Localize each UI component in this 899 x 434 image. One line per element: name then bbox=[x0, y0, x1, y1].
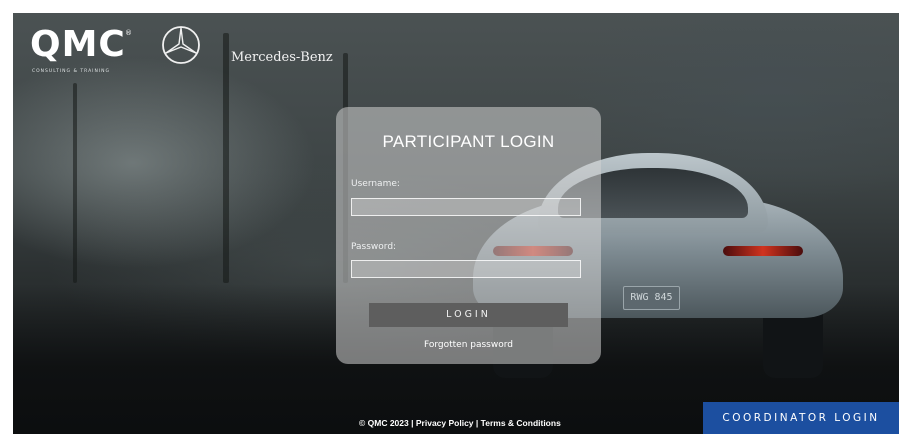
participant-login-panel: PARTICIPANT LOGIN Username: Password: LO… bbox=[336, 107, 601, 364]
username-field[interactable] bbox=[351, 198, 581, 216]
terms-conditions-link[interactable]: Terms & Conditions bbox=[481, 418, 561, 428]
login-button[interactable]: LOGIN bbox=[369, 303, 568, 327]
footer-separator: | bbox=[475, 418, 479, 428]
mercedes-benz-wordmark: Mercedes-Benz bbox=[231, 50, 333, 65]
background-scene: RWG 845 QMC ® CONSULTING & TRAINING Merc… bbox=[13, 13, 899, 434]
login-title: PARTICIPANT LOGIN bbox=[382, 132, 555, 151]
privacy-policy-link[interactable]: Privacy Policy bbox=[416, 418, 474, 428]
footer-separator: | bbox=[411, 418, 414, 428]
qmc-logo-subtitle: CONSULTING & TRAINING bbox=[32, 69, 111, 74]
footer: © QMC 2023 | Privacy Policy | Terms & Co… bbox=[359, 418, 561, 428]
qmc-registered-mark: ® bbox=[125, 29, 132, 37]
car-taillight-right bbox=[723, 246, 803, 256]
qmc-logo-text: QMC bbox=[30, 24, 126, 65]
forgotten-password-link[interactable]: Forgotten password bbox=[336, 340, 601, 350]
car-license-plate: RWG 845 bbox=[623, 286, 680, 310]
coordinator-login-button[interactable]: COORDINATOR LOGIN bbox=[703, 402, 899, 434]
username-label: Username: bbox=[351, 179, 400, 189]
mercedes-star-icon bbox=[162, 26, 200, 64]
qmc-logo: QMC ® CONSULTING & TRAINING bbox=[30, 24, 132, 81]
password-field[interactable] bbox=[351, 260, 581, 278]
tree-silhouette bbox=[73, 83, 77, 283]
tree-silhouette bbox=[223, 33, 229, 283]
footer-copyright: © QMC 2023 bbox=[359, 418, 409, 428]
password-label: Password: bbox=[351, 242, 397, 252]
